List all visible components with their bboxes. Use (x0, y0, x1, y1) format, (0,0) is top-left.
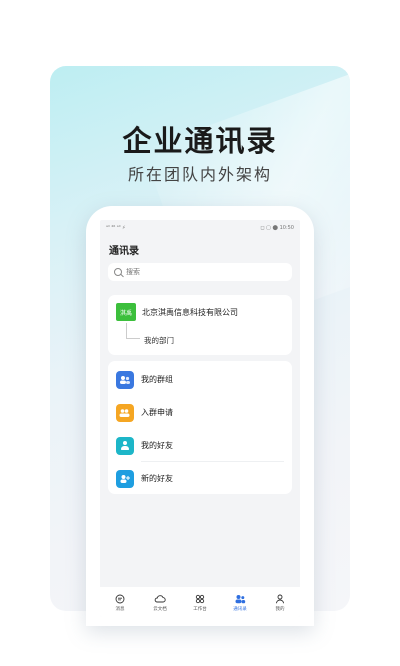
tab-label: 我的 (275, 607, 285, 612)
message-icon (115, 594, 125, 604)
list-item-label: 入群申请 (141, 408, 173, 417)
profile-icon (276, 594, 284, 604)
list-item-new-friends[interactable]: 新的好友 (108, 462, 292, 495)
tab-cloud-docs[interactable]: 云文档 (143, 594, 177, 612)
list-item-label: 我的群组 (141, 375, 173, 384)
phone-mockup: ᵃˡˡ ⁴⁶ ᵃˡˡ ⚡ ◻ ▢ ⬤ 10:50 通讯录 淇禹 北京淇禹信息科技… (86, 206, 314, 626)
list-item-my-groups[interactable]: 我的群组 (108, 363, 292, 396)
person-glyph (120, 440, 130, 451)
my-department-label: 我的部门 (144, 336, 174, 345)
new-friend-icon (116, 469, 134, 488)
tab-contacts[interactable]: 通讯录 (223, 594, 257, 612)
search-icon (114, 268, 122, 276)
bottom-tab-bar: 消息 云文档 工作台 通讯录 我的 (100, 587, 300, 617)
phone-screen: ᵃˡˡ ⁴⁶ ᵃˡˡ ⚡ ◻ ▢ ⬤ 10:50 通讯录 淇禹 北京淇禹信息科技… (100, 220, 300, 617)
my-department-item[interactable]: 我的部门 (108, 321, 292, 346)
page-title: 通讯录 (109, 246, 139, 257)
list-item-label: 我的好友 (141, 441, 173, 450)
organization-row[interactable]: 淇禹 北京淇禹信息科技有限公司 (108, 295, 292, 321)
tab-label: 消息 (115, 607, 125, 612)
tab-workbench[interactable]: 工作台 (183, 594, 217, 612)
organization-name: 北京淇禹信息科技有限公司 (142, 307, 238, 317)
tab-label: 通讯录 (233, 607, 247, 612)
tree-connector (126, 323, 140, 339)
contacts-icon (235, 595, 246, 604)
workbench-icon (195, 594, 205, 604)
tab-messages[interactable]: 消息 (103, 594, 137, 612)
tab-label: 云文档 (153, 607, 167, 612)
cloud-doc-icon (154, 595, 166, 603)
friends-icon (116, 436, 134, 455)
organization-card[interactable]: 淇禹 北京淇禹信息科技有限公司 我的部门 (108, 295, 292, 355)
contacts-list-card: 我的群组 入群申请 我的好友 新的好友 (108, 361, 292, 494)
tab-label: 工作台 (193, 607, 207, 612)
tab-profile[interactable]: 我的 (263, 594, 297, 612)
status-right: ◻ ▢ ⬤ 10:50 (260, 225, 294, 231)
search-bar[interactable] (108, 263, 292, 281)
list-item-join-requests[interactable]: 入群申请 (108, 396, 292, 429)
list-item-label: 新的好友 (141, 474, 173, 483)
subheadline: 所在团队内外架构 (127, 165, 272, 184)
search-input[interactable] (126, 268, 276, 276)
status-left: ᵃˡˡ ⁴⁶ ᵃˡˡ ⚡ (106, 225, 126, 231)
list-item-my-friends[interactable]: 我的好友 (108, 429, 292, 462)
headline: 企业通讯录 (122, 124, 278, 158)
join-request-icon (116, 403, 134, 422)
group-icon (116, 370, 134, 389)
organization-logo: 淇禹 (116, 303, 136, 321)
status-bar: ᵃˡˡ ⁴⁶ ᵃˡˡ ⚡ ◻ ▢ ⬤ 10:50 (100, 220, 300, 236)
